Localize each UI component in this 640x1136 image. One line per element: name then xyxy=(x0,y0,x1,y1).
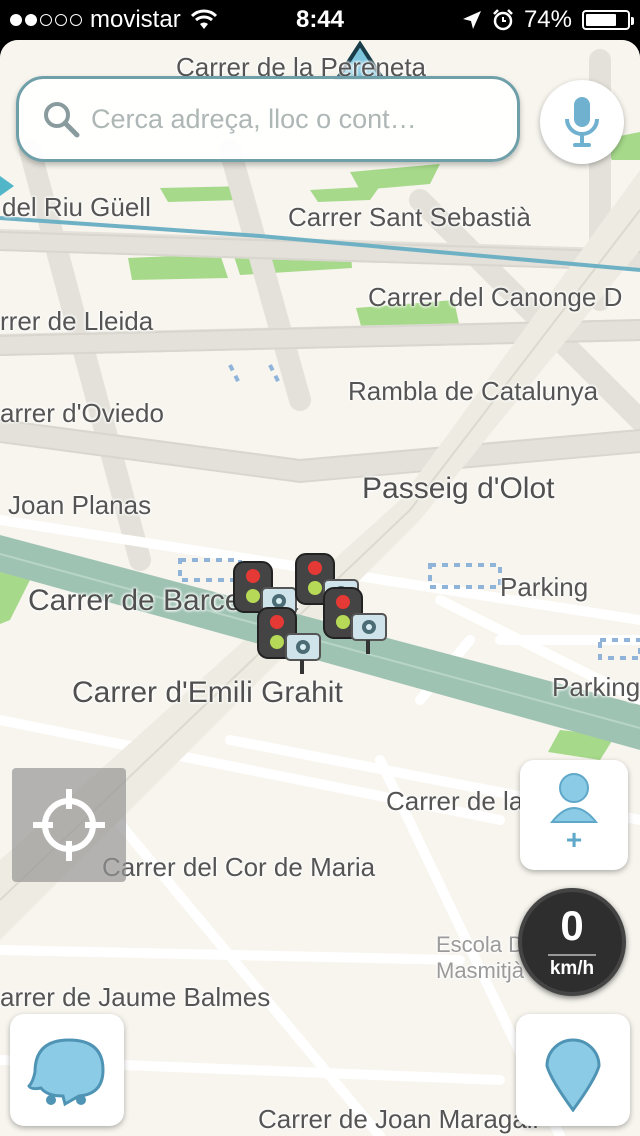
recenter-button[interactable] xyxy=(12,768,126,882)
street-label: arrer d'Oviedo xyxy=(0,398,164,428)
search-bar[interactable] xyxy=(16,76,520,162)
street-label: Carrer Sant Sebastià xyxy=(288,202,531,232)
battery-icon xyxy=(582,10,634,30)
street-label: Carrer del Cor de Maria xyxy=(102,852,376,882)
street-label: Carrer d'Emili Grahit xyxy=(72,676,343,709)
street-label: Parking xyxy=(500,572,589,602)
map-pin-icon xyxy=(545,1038,601,1112)
street-label: Parking xyxy=(552,672,640,702)
battery-percent: 74% xyxy=(523,6,572,33)
add-friend-button[interactable]: + xyxy=(520,760,628,870)
street-label: Joan Planas xyxy=(8,490,152,520)
street-label: rrer de Lleida xyxy=(0,306,154,336)
status-bar: movistar 8:44 74% xyxy=(0,0,640,40)
voice-search-button[interactable] xyxy=(540,80,624,164)
street-label: Passeig d'Olot xyxy=(362,472,555,505)
search-icon xyxy=(44,102,80,138)
street-label: Rambla de Catalunya xyxy=(348,376,599,406)
street-label: Carrer del Canonge D xyxy=(368,282,623,312)
traffic-light-camera-icon[interactable] xyxy=(256,606,324,676)
speedometer: 0 km/h xyxy=(518,888,626,996)
crosshair-icon xyxy=(33,789,105,861)
report-button[interactable] xyxy=(516,1014,630,1126)
traffic-light-camera-icon[interactable] xyxy=(322,586,390,656)
waze-logo-icon xyxy=(27,1038,105,1107)
speed-divider xyxy=(548,954,596,956)
search-input[interactable] xyxy=(91,103,481,135)
plus-label: + xyxy=(565,824,583,855)
speed-unit: km/h xyxy=(549,958,595,979)
main-menu-button[interactable] xyxy=(10,1014,124,1126)
status-indicators: 74% xyxy=(462,6,634,34)
microphone-icon xyxy=(565,97,599,147)
street-label: del Riu Güell xyxy=(2,192,151,222)
waze-app: movistar 8:44 74% Carrer de la Pereneta … xyxy=(0,0,640,1136)
location-arrow-icon xyxy=(462,11,481,29)
street-label: arrer de Jaume Balmes xyxy=(0,982,271,1012)
speed-value: 0 xyxy=(560,902,584,949)
alarm-icon xyxy=(493,9,513,31)
street-label: Carrer de Joan Maragall xyxy=(258,1104,539,1134)
